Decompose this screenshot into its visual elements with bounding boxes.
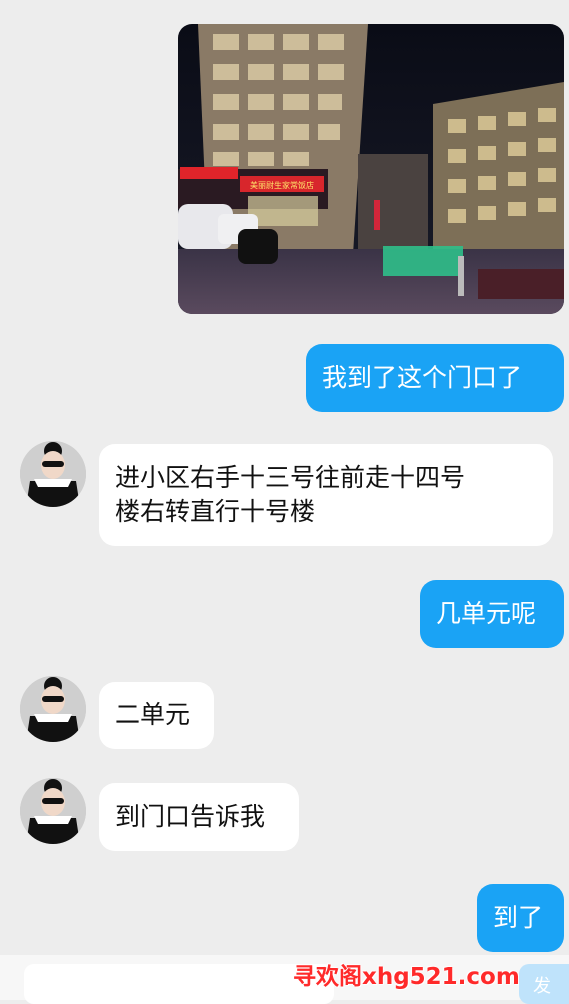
message-input[interactable] (24, 964, 334, 1004)
avatar-image (20, 441, 86, 507)
photo-message[interactable]: 美丽尉生家常饭店 (178, 24, 564, 314)
watermark: 寻欢阁xhg521.com (293, 964, 520, 990)
message-text: 几单元呢 (436, 599, 537, 628)
avatar[interactable] (20, 778, 86, 844)
shop-sign-text: 美丽尉生家常饭店 (250, 180, 314, 190)
message-text: 二单元 (115, 700, 191, 729)
message-text-line-1: 进小区右手十三号往前走十四号 (115, 463, 466, 492)
message-bubble-theirs[interactable]: 到门口告诉我 (99, 783, 299, 851)
avatar[interactable] (20, 441, 86, 507)
avatar-image (20, 676, 86, 742)
send-button[interactable]: 发 (519, 964, 569, 1004)
message-bubble-mine[interactable]: 我到了这个门口了 (306, 344, 564, 412)
avatar-image (20, 778, 86, 844)
message-bubble-mine[interactable]: 几单元呢 (420, 580, 564, 648)
message-text: 到门口告诉我 (115, 802, 266, 831)
message-text-line-2: 楼右转直行十号楼 (115, 497, 316, 526)
send-button-label: 发 (533, 976, 551, 997)
message-bubble-mine[interactable]: 到了 (477, 884, 564, 952)
night-street-photo: 美丽尉生家常饭店 (178, 24, 564, 314)
message-bubble-theirs[interactable]: 进小区右手十三号往前走十四号 楼右转直行十号楼 (99, 444, 553, 546)
message-text: 到了 (493, 903, 544, 932)
message-bubble-theirs[interactable]: 二单元 (99, 682, 214, 749)
message-text: 我到了这个门口了 (322, 363, 523, 392)
avatar[interactable] (20, 676, 86, 742)
